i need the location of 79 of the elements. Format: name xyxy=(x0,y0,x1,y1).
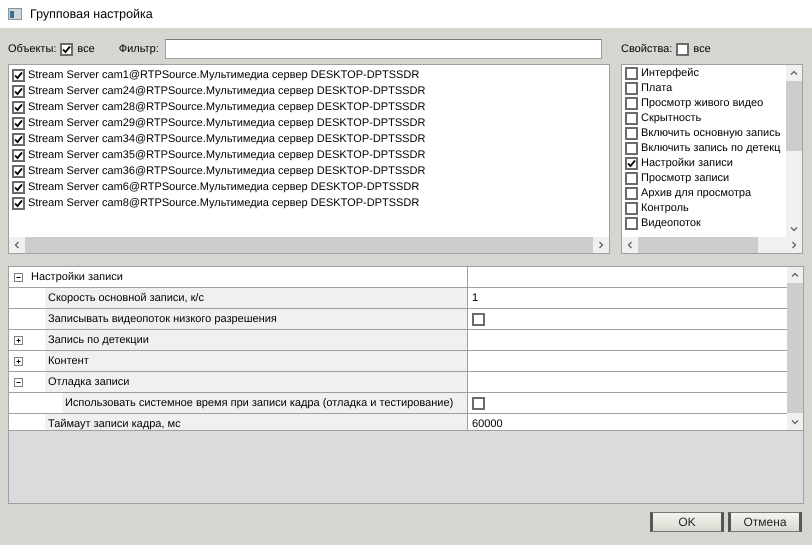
list-item-label[interactable]: Просмотр живого видео xyxy=(641,96,764,111)
collapse-icon[interactable] xyxy=(14,378,23,386)
checkbox-label: все xyxy=(77,42,95,57)
checkbox[interactable] xyxy=(12,164,25,178)
scroll-down-icon[interactable] xyxy=(792,420,798,424)
property-name: Использовать системное время при записи кадра (отладка и тестирование) xyxy=(62,393,467,413)
collapse-icon[interactable] xyxy=(14,272,23,282)
property-name: Записывать видеопоток низкого разрешения xyxy=(45,309,467,329)
checkbox[interactable] xyxy=(625,67,638,80)
list-item-label[interactable]: Stream Server cam8@RTPSource.Мультимедиа сервер DESKTOP-DPTSSDR xyxy=(28,194,420,212)
checkbox[interactable] xyxy=(625,217,638,230)
dialog-button[interactable]: Отмена xyxy=(728,512,802,532)
checkbox[interactable] xyxy=(625,112,638,125)
checkbox[interactable] xyxy=(12,100,25,114)
property-name: Скорость основной записи, к/с xyxy=(45,288,467,308)
list-item-label[interactable]: Контроль xyxy=(641,201,689,216)
checkbox[interactable] xyxy=(625,127,638,140)
list-item-label[interactable]: Включить основную запись xyxy=(641,126,780,141)
list-item-label[interactable]: Stream Server cam28@RTPSource.Мультимедиа сервер DESKTOP-DPTSSDR xyxy=(28,98,426,116)
filter-field[interactable] xyxy=(164,39,602,59)
checkbox[interactable] xyxy=(472,396,485,410)
objects-label: Объекты: xyxy=(8,42,56,57)
app-icon xyxy=(8,8,22,20)
checkbox[interactable] xyxy=(60,42,74,56)
list-item-label[interactable]: Включить запись по детекц xyxy=(641,141,780,156)
list-item-label[interactable]: Плата xyxy=(641,81,672,96)
expand-icon[interactable] xyxy=(14,356,23,366)
checkbox[interactable] xyxy=(625,142,638,155)
property-name: Отладка записи xyxy=(45,372,467,392)
window-title: Групповая настройка xyxy=(30,6,153,23)
property-name: Контент xyxy=(45,351,467,371)
filter-label: Фильтр: xyxy=(118,42,159,57)
checkbox[interactable] xyxy=(12,132,25,146)
property-value[interactable]: 60000 xyxy=(472,416,503,430)
list-item-label[interactable]: Stream Server cam24@RTPSource.Мультимедиа сервер DESKTOP-DPTSSDR xyxy=(28,82,426,100)
checkbox[interactable] xyxy=(12,68,25,82)
list-item-label[interactable]: Видеопоток xyxy=(641,216,701,231)
list-item-label[interactable]: Stream Server cam36@RTPSource.Мультимедиа сервер DESKTOP-DPTSSDR xyxy=(28,162,426,180)
list-item-label[interactable]: Архив для просмотра xyxy=(641,186,752,201)
list-item-label[interactable]: Stream Server cam29@RTPSource.Мультимедиа сервер DESKTOP-DPTSSDR xyxy=(28,114,426,132)
property-value[interactable]: 1 xyxy=(472,290,478,306)
list-item-label[interactable]: Stream Server cam1@RTPSource.Мультимедиа сервер DESKTOP-DPTSSDR xyxy=(28,66,420,84)
checkbox-label: все xyxy=(693,42,711,57)
checkbox[interactable] xyxy=(625,202,638,215)
checkbox[interactable] xyxy=(625,187,638,200)
scroll-right-icon[interactable] xyxy=(599,242,604,248)
checkbox[interactable] xyxy=(625,82,638,95)
list-item-label[interactable]: Stream Server cam34@RTPSource.Мультимедиа сервер DESKTOP-DPTSSDR xyxy=(28,130,426,148)
scroll-right-icon[interactable] xyxy=(792,242,796,248)
checkbox[interactable] xyxy=(676,42,690,56)
scroll-left-icon[interactable] xyxy=(628,242,632,248)
scrollbar[interactable] xyxy=(787,267,803,430)
dialog-button[interactable]: OK xyxy=(650,512,724,532)
checkbox[interactable] xyxy=(12,180,25,194)
properties-label: Свойства: xyxy=(621,42,672,57)
scrollbar[interactable] xyxy=(9,237,609,253)
list-item-label[interactable]: Просмотр записи xyxy=(641,171,730,186)
checkbox[interactable] xyxy=(625,157,638,170)
checkbox[interactable] xyxy=(12,148,25,162)
list-item-label[interactable]: Настройки записи xyxy=(641,156,733,171)
scroll-down-icon[interactable] xyxy=(790,227,798,232)
checkbox[interactable] xyxy=(12,116,25,130)
list-item-label[interactable]: Скрытность xyxy=(641,111,702,126)
list-item-label[interactable]: Stream Server cam6@RTPSource.Мультимедиа сервер DESKTOP-DPTSSDR xyxy=(28,178,420,196)
checkbox[interactable] xyxy=(12,196,25,210)
property-name: Таймаут записи кадра, мс xyxy=(45,414,467,430)
scroll-left-icon[interactable] xyxy=(14,242,19,248)
list-item-label[interactable]: Интерфейс xyxy=(641,66,699,81)
checkbox[interactable] xyxy=(625,172,638,185)
scroll-up-icon[interactable] xyxy=(790,70,798,75)
expand-icon[interactable] xyxy=(14,336,23,344)
scroll-up-icon[interactable] xyxy=(792,272,798,277)
checkbox[interactable] xyxy=(472,312,485,326)
checkbox[interactable] xyxy=(12,84,25,98)
property-name: Запись по детекции xyxy=(45,330,467,350)
scrollbar[interactable] xyxy=(622,237,802,253)
checkbox[interactable] xyxy=(625,97,638,110)
scrollbar[interactable] xyxy=(786,65,802,237)
list-item-label[interactable]: Stream Server cam35@RTPSource.Мультимедиа сервер DESKTOP-DPTSSDR xyxy=(28,146,426,164)
